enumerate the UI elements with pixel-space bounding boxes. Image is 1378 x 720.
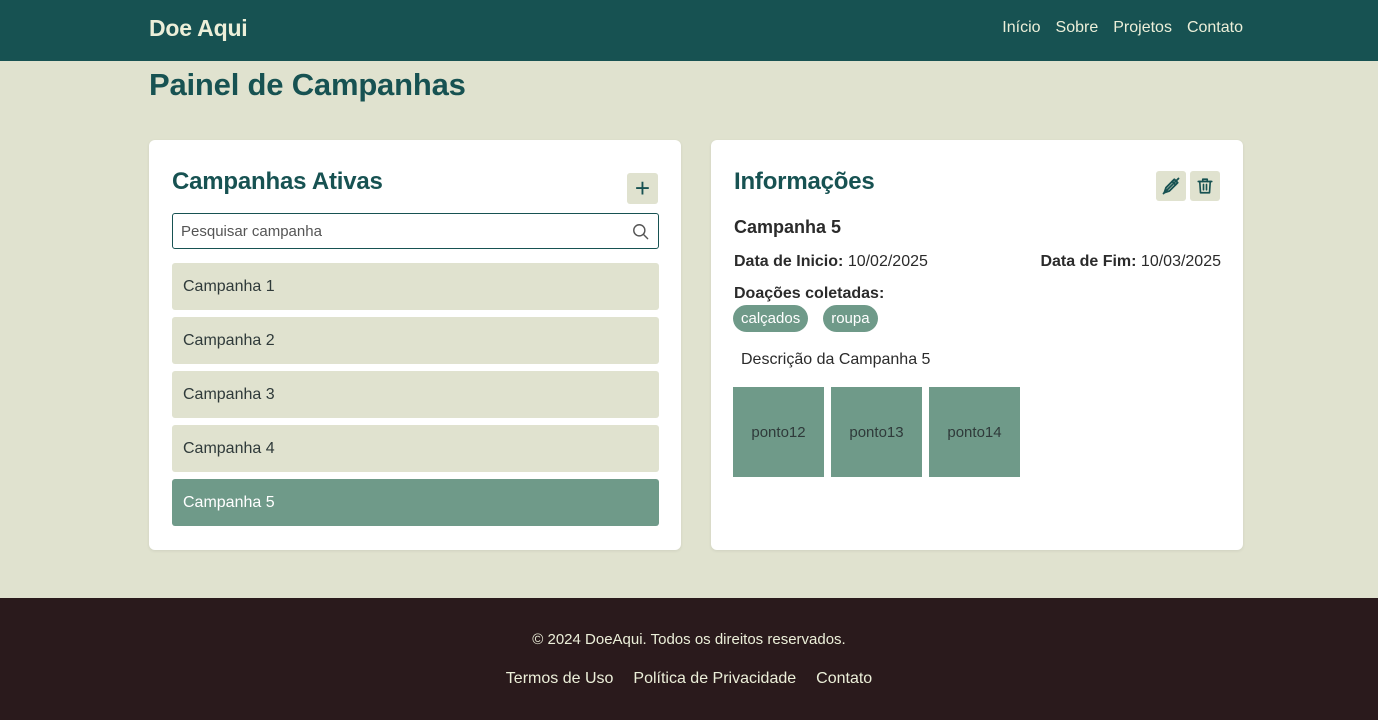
- campaign-item-4[interactable]: Campanha 4: [172, 425, 659, 472]
- edit-campaign-button[interactable]: [1156, 171, 1186, 201]
- start-date: Data de Inicio: 10/02/2025: [734, 253, 928, 271]
- delete-campaign-button[interactable]: [1190, 171, 1220, 201]
- campaign-list: Campanha 1 Campanha 2 Campanha 3 Campanh…: [172, 263, 659, 533]
- campaign-description: Descrição da Campanha 5: [741, 351, 931, 368]
- donation-tags: calçados roupa: [733, 305, 878, 332]
- start-date-label: Data de Inicio:: [734, 253, 844, 270]
- footer-link-terms[interactable]: Termos de Uso: [506, 670, 614, 688]
- campaigns-card: Campanhas Ativas + Campanha 1 Campanha 2…: [149, 140, 681, 550]
- footer-links: Termos de Uso Política de Privacidade Co…: [0, 670, 1378, 688]
- info-card: Informações Campanha 5 Data de Inicio: 1…: [711, 140, 1243, 550]
- footer-link-privacy[interactable]: Política de Privacidade: [633, 670, 796, 688]
- start-date-value: 10/02/2025: [847, 253, 928, 270]
- search-box: [172, 213, 659, 249]
- nav-link-inicio[interactable]: Início: [1002, 19, 1040, 37]
- info-title: Informações: [734, 168, 875, 195]
- copyright-text: © 2024 DoeAqui. Todos os direitos reserv…: [532, 631, 846, 648]
- collection-points: ponto12 ponto13 ponto14: [733, 387, 1020, 477]
- donations-label: Doações coletadas:: [734, 285, 885, 302]
- search-icon[interactable]: [631, 222, 650, 241]
- footer: © 2024 DoeAqui. Todos os direitos reserv…: [0, 598, 1378, 720]
- end-date-value: 10/03/2025: [1140, 253, 1221, 270]
- campaign-item-1[interactable]: Campanha 1: [172, 263, 659, 310]
- add-campaign-button[interactable]: +: [627, 173, 658, 204]
- campaign-item-2[interactable]: Campanha 2: [172, 317, 659, 364]
- brand-logo[interactable]: Doe Aqui: [149, 15, 248, 42]
- nav-link-sobre[interactable]: Sobre: [1056, 19, 1099, 37]
- campaign-item-3[interactable]: Campanha 3: [172, 371, 659, 418]
- campaign-name: Campanha 5: [734, 217, 842, 237]
- donation-tag: calçados: [733, 305, 809, 332]
- collection-point-tile[interactable]: ponto12: [733, 387, 824, 477]
- campaign-item-5-selected[interactable]: Campanha 5: [172, 479, 659, 526]
- pencil-off-icon: [1162, 177, 1180, 195]
- nav-link-projetos[interactable]: Projetos: [1113, 19, 1172, 37]
- footer-link-contact[interactable]: Contato: [816, 670, 872, 688]
- trash-icon: [1197, 178, 1213, 194]
- collection-point-tile[interactable]: ponto14: [929, 387, 1020, 477]
- top-navbar: Doe Aqui Início Sobre Projetos Contato: [0, 0, 1378, 61]
- nav-link-contato[interactable]: Contato: [1187, 19, 1243, 37]
- search-input[interactable]: [173, 214, 658, 248]
- end-date-label: Data de Fim:: [1040, 253, 1137, 270]
- donation-tag: roupa: [823, 305, 878, 332]
- end-date: Data de Fim: 10/03/2025: [1040, 253, 1221, 271]
- collection-point-tile[interactable]: ponto13: [831, 387, 922, 477]
- plus-icon: +: [634, 172, 651, 203]
- page-title: Painel de Campanhas: [149, 67, 466, 102]
- main-nav: Início Sobre Projetos Contato: [1002, 19, 1243, 37]
- campaigns-title: Campanhas Ativas: [172, 168, 383, 195]
